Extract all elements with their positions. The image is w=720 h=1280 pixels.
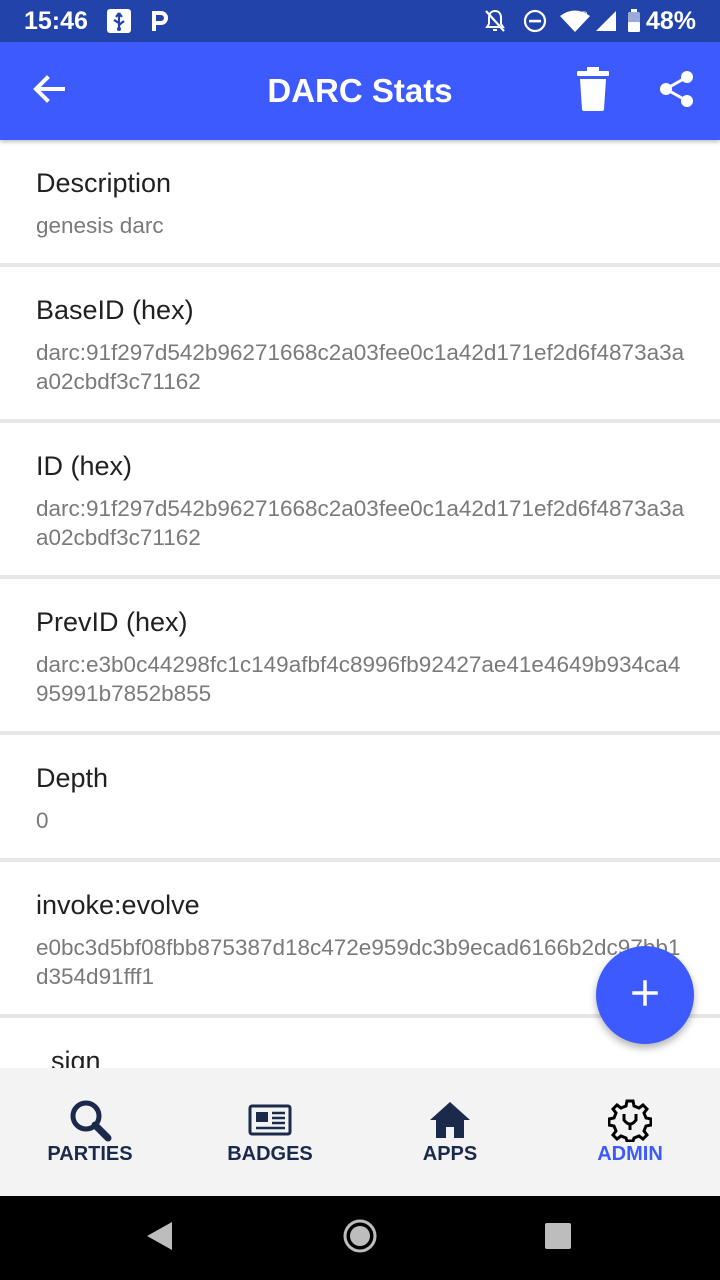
svg-text:R: R <box>581 10 588 20</box>
stat-item-depth: Depth 0 <box>0 735 720 858</box>
tab-label: PARTIES <box>47 1143 133 1165</box>
stat-value: darc:91f297d542b96271668c2a03fee0c1a42d1… <box>36 496 685 550</box>
share-icon <box>659 70 695 113</box>
tab-label: ADMIN <box>597 1143 663 1165</box>
stat-value: e0bc3d5bf08fbb875387d18c472e959dc3b9ecad… <box>36 935 681 989</box>
home-circle-icon <box>342 1218 378 1259</box>
stat-value: 0 <box>36 808 49 833</box>
stat-label: invoke:evolve <box>36 890 200 920</box>
wifi-icon: R <box>558 0 592 42</box>
plus-icon <box>630 978 660 1013</box>
tab-admin[interactable]: ADMIN <box>540 1068 720 1196</box>
search-icon <box>0 1098 180 1142</box>
newspaper-icon <box>180 1098 360 1142</box>
tab-badges[interactable]: BADGES <box>180 1068 360 1196</box>
stat-value: darc:e3b0c44298fc1c149afbf4c8996fb92427a… <box>36 652 681 706</box>
status-bar: 15:46 R 48% <box>0 0 720 42</box>
stat-label: Description <box>36 168 172 198</box>
tab-apps[interactable]: APPS <box>360 1068 540 1196</box>
system-recents-button[interactable] <box>537 1217 579 1259</box>
system-back-button[interactable] <box>138 1217 180 1259</box>
status-time: 15:46 <box>24 7 88 35</box>
do-not-disturb-icon <box>522 0 548 42</box>
stat-label: ID (hex) <box>36 451 133 481</box>
stat-label: PrevID (hex) <box>36 607 188 637</box>
tab-label: APPS <box>422 1143 478 1165</box>
battery-icon <box>626 0 642 42</box>
system-home-button[interactable] <box>339 1217 381 1259</box>
share-button[interactable] <box>650 64 704 118</box>
stat-item-baseid: BaseID (hex) darc:91f297d542b96271668c2a… <box>0 267 720 419</box>
stat-item-previd: PrevID (hex) darc:e3b0c44298fc1c149afbf4… <box>0 579 720 731</box>
parking-icon <box>146 0 172 42</box>
signal-icon <box>594 0 618 42</box>
gear-admin-icon <box>540 1098 720 1142</box>
tab-label: BADGES <box>227 1143 313 1165</box>
bell-off-icon <box>482 0 508 42</box>
tab-parties[interactable]: PARTIES <box>0 1068 180 1196</box>
app-bar: DARC Stats <box>0 42 720 140</box>
usb-icon <box>104 0 134 42</box>
add-rule-fab[interactable] <box>596 946 694 1044</box>
system-navigation-bar <box>0 1196 720 1280</box>
recents-square-icon <box>543 1221 573 1256</box>
stat-value: genesis darc <box>36 213 164 238</box>
back-triangle-icon <box>144 1220 174 1257</box>
darc-stats-list[interactable]: Description genesis darc BaseID (hex) da… <box>0 140 720 1068</box>
home-icon <box>360 1098 540 1142</box>
stat-label: BaseID (hex) <box>36 295 194 325</box>
stat-value: darc:91f297d542b96271668c2a03fee0c1a42d1… <box>36 340 685 394</box>
trash-icon <box>576 66 610 116</box>
battery-percentage: 48% <box>645 7 696 35</box>
stat-label: _sign <box>36 1046 101 1068</box>
stat-label: Depth <box>36 763 109 793</box>
bottom-navigation: PARTIES BADGES APPS ADMIN <box>0 1068 720 1196</box>
stat-item-description: Description genesis darc <box>0 140 720 263</box>
delete-button[interactable] <box>566 64 620 118</box>
stat-item-id: ID (hex) darc:91f297d542b96271668c2a03fe… <box>0 423 720 575</box>
